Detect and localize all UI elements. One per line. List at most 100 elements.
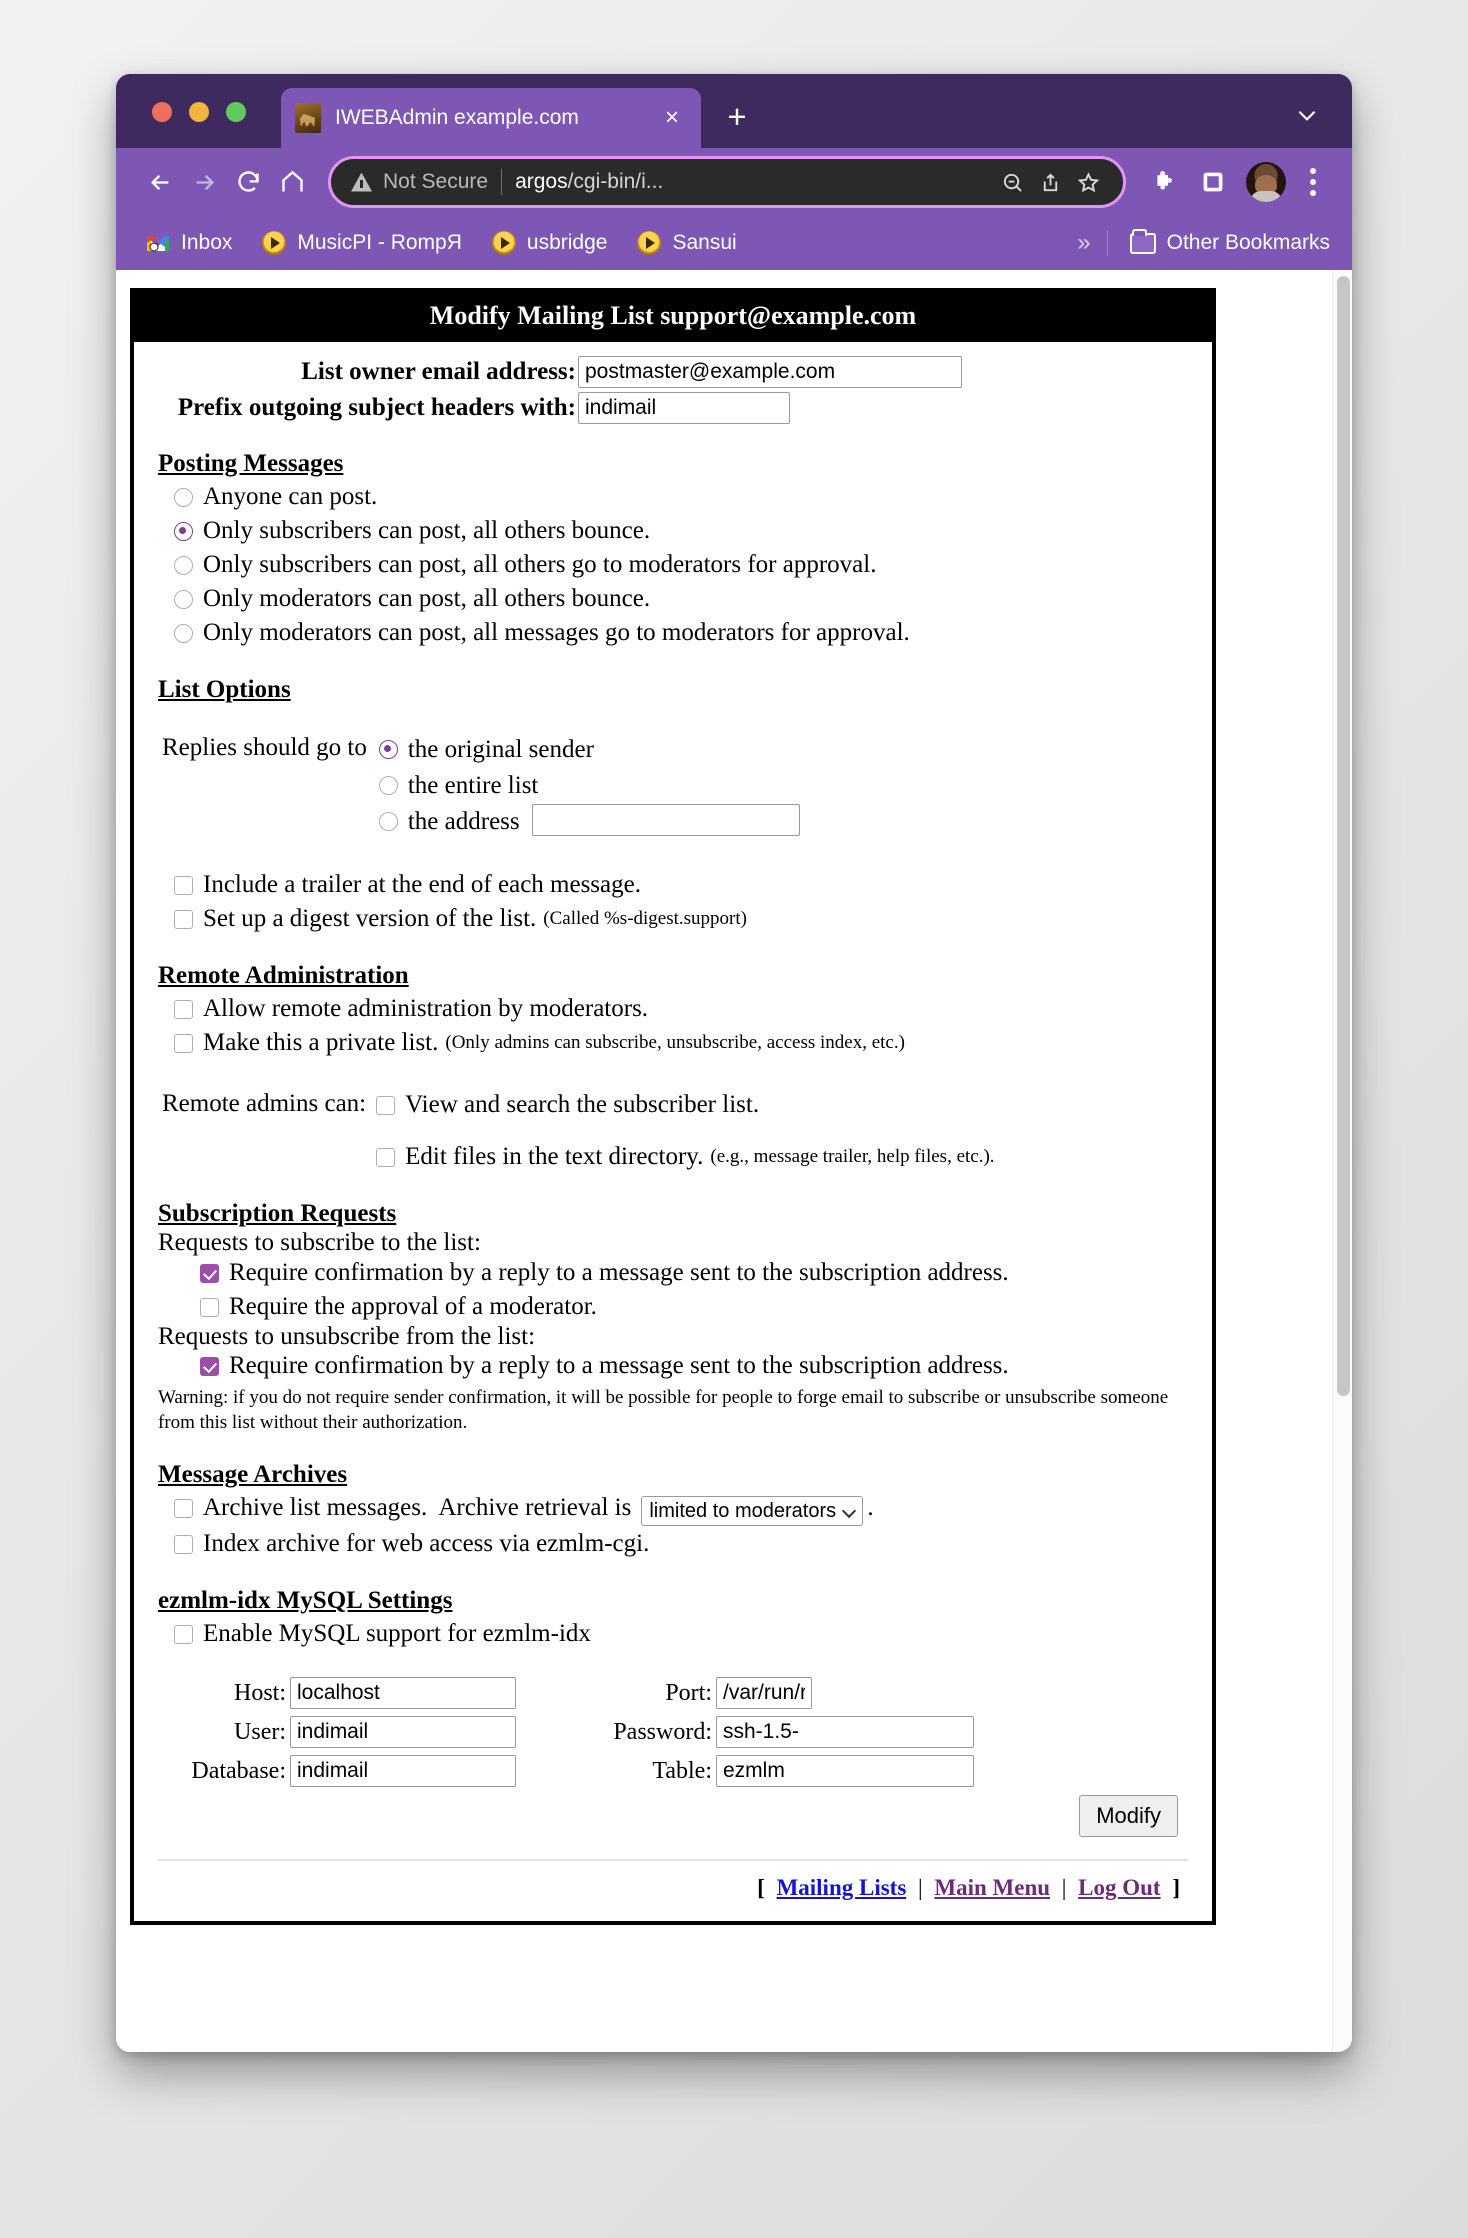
- footer-link-main-menu[interactable]: Main Menu: [934, 1875, 1050, 1900]
- replies-option-address[interactable]: the address: [378, 804, 800, 840]
- checkbox-icon[interactable]: [174, 1535, 193, 1555]
- home-icon[interactable]: [270, 160, 314, 204]
- posting-option-subscribers-moderate[interactable]: Only subscribers can post, all others go…: [158, 548, 1188, 582]
- checkbox-icon[interactable]: [174, 1000, 193, 1019]
- message-archives-heading: Message Archives: [158, 1461, 348, 1489]
- footer-link-mailing-lists[interactable]: Mailing Lists: [777, 1875, 907, 1900]
- allow-remote-admin-row[interactable]: Allow remote administration by moderator…: [158, 992, 1188, 1026]
- radio-icon[interactable]: [378, 776, 398, 795]
- radio-icon-selected[interactable]: [378, 740, 398, 759]
- perm-edit-text-dir-row[interactable]: Edit files in the text directory. (e.g.,…: [376, 1140, 995, 1174]
- perm-view-subscribers-row[interactable]: View and search the subscriber list.: [376, 1088, 994, 1122]
- radio-icon[interactable]: [174, 590, 193, 609]
- side-panel-icon[interactable]: [1192, 161, 1234, 203]
- share-icon[interactable]: [1031, 163, 1069, 201]
- checkbox-icon[interactable]: [376, 1148, 396, 1167]
- mysql-password-input[interactable]: [716, 1716, 974, 1749]
- checkbox-icon[interactable]: [200, 1297, 219, 1317]
- checkbox-icon-checked[interactable]: [200, 1357, 219, 1376]
- bookmarks-overflow-button[interactable]: »: [1077, 229, 1090, 257]
- subject-prefix-label: Prefix outgoing subject headers with:: [177, 394, 576, 421]
- archive-retrieval-select[interactable]: limited to moderators: [641, 1496, 864, 1527]
- checkbox-icon[interactable]: [376, 1096, 396, 1115]
- radio-icon[interactable]: [174, 624, 193, 643]
- zoom-out-icon[interactable]: [993, 163, 1031, 201]
- posting-option-moderators-bounce[interactable]: Only moderators can post, all others bou…: [158, 582, 1188, 616]
- minimize-window-button[interactable]: [189, 102, 209, 122]
- bookmark-star-icon[interactable]: [1069, 163, 1107, 201]
- posting-option-subscribers-bounce[interactable]: Only subscribers can post, all others bo…: [158, 514, 1188, 548]
- close-window-button[interactable]: [152, 102, 172, 122]
- extensions-puzzle-icon[interactable]: [1144, 161, 1186, 203]
- remote-admins-label: Remote admins can:: [162, 1090, 367, 1117]
- enable-mysql-row[interactable]: Enable MySQL support for ezmlm-idx: [158, 1617, 1188, 1651]
- checkbox-icon-checked[interactable]: [200, 1263, 219, 1283]
- avatar[interactable]: [1246, 162, 1286, 202]
- bookmark-label: Inbox: [181, 231, 233, 254]
- mysql-table-input[interactable]: [716, 1755, 974, 1788]
- footer-link-log-out[interactable]: Log Out: [1078, 1875, 1160, 1900]
- radio-icon[interactable]: [174, 556, 193, 575]
- bookmark-usbridge[interactable]: usbridge: [491, 231, 607, 255]
- close-icon[interactable]: ×: [657, 103, 687, 133]
- archive-list-messages-row[interactable]: Archive list messages. Archive retrieval…: [158, 1491, 1188, 1527]
- posting-option-label: Only moderators can post, all others bou…: [203, 585, 651, 612]
- posting-option-anyone[interactable]: Anyone can post.: [158, 480, 1188, 514]
- horse-statue-favicon: [295, 103, 321, 133]
- address-bar[interactable]: Not Secure argos/cgi-bin/i...: [328, 156, 1126, 208]
- bookmark-musicpi[interactable]: MusicPI - RompЯ: [262, 231, 462, 255]
- new-tab-button[interactable]: +: [721, 100, 753, 134]
- footer-divider: [158, 1859, 1188, 1862]
- mysql-port-input[interactable]: [716, 1677, 812, 1710]
- forward-icon[interactable]: [182, 160, 226, 204]
- reload-icon[interactable]: [226, 160, 270, 204]
- page-scrollbar[interactable]: [1332, 270, 1352, 2052]
- page-title: Modify Mailing List support@example.com: [134, 292, 1212, 342]
- digest-checkbox-row[interactable]: Set up a digest version of the list. (Ca…: [158, 902, 1188, 936]
- replies-option-label: the entire list: [407, 772, 539, 799]
- digest-label: Set up a digest version of the list.: [203, 905, 537, 932]
- mysql-database-input[interactable]: [290, 1755, 516, 1788]
- chevron-down-icon[interactable]: [1294, 102, 1320, 128]
- radio-icon-selected[interactable]: [174, 522, 193, 541]
- other-bookmarks-folder[interactable]: Other Bookmarks: [1129, 228, 1330, 255]
- mysql-user-label: User:: [234, 1718, 286, 1745]
- not-secure-warning-icon: [351, 173, 372, 192]
- checkbox-icon[interactable]: [174, 1625, 193, 1645]
- mysql-user-input[interactable]: [290, 1716, 516, 1749]
- subscribe-option-label: Require confirmation by a reply to a mes…: [229, 1258, 1009, 1286]
- checkbox-icon[interactable]: [174, 1034, 193, 1053]
- url-path: /cgi-bin/i...: [567, 170, 664, 193]
- list-owner-input[interactable]: [578, 356, 962, 388]
- posting-option-moderators-moderate[interactable]: Only moderators can post, all messages g…: [158, 616, 1188, 650]
- replies-option-entire-list[interactable]: the entire list: [378, 768, 800, 804]
- bookmark-sansui[interactable]: Sansui: [637, 231, 737, 255]
- radio-icon[interactable]: [378, 812, 398, 831]
- browser-tab[interactable]: IWEBAdmin example.com ×: [281, 88, 701, 148]
- scrollbar-thumb[interactable]: [1337, 276, 1350, 1396]
- checkbox-icon[interactable]: [174, 876, 193, 895]
- mysql-host-input[interactable]: [290, 1677, 516, 1710]
- mysql-database-label: Database:: [191, 1757, 286, 1784]
- tab-title: IWEBAdmin example.com: [335, 106, 579, 129]
- private-list-row[interactable]: Make this a private list. (Only admins c…: [158, 1026, 1188, 1060]
- radio-icon[interactable]: [174, 488, 193, 507]
- mysql-table-label: Table:: [652, 1757, 712, 1784]
- trailer-checkbox-row[interactable]: Include a trailer at the end of each mes…: [158, 868, 1188, 902]
- checkbox-icon[interactable]: [174, 1499, 193, 1519]
- index-archive-row[interactable]: Index archive for web access via ezmlm-c…: [158, 1527, 1188, 1561]
- replies-address-input[interactable]: [531, 804, 800, 836]
- unsubscribe-require-confirmation-row[interactable]: Require confirmation by a reply to a mes…: [158, 1349, 1188, 1383]
- modify-button[interactable]: Modify: [1079, 1795, 1178, 1838]
- browser-menu-icon[interactable]: [1296, 162, 1330, 202]
- subscribe-require-confirmation-row[interactable]: Require confirmation by a reply to a mes…: [158, 1256, 1188, 1290]
- subject-prefix-input[interactable]: [578, 392, 790, 424]
- back-icon[interactable]: [138, 160, 182, 204]
- posting-messages-group: Anyone can post. Only subscribers can po…: [158, 480, 1188, 650]
- maximize-window-button[interactable]: [226, 102, 246, 122]
- play-circle-icon: [262, 231, 287, 255]
- subscribe-require-approval-row[interactable]: Require the approval of a moderator.: [158, 1290, 1188, 1324]
- bookmark-inbox[interactable]: Inbox: [146, 231, 232, 255]
- checkbox-icon[interactable]: [174, 910, 193, 929]
- replies-option-original-sender[interactable]: the original sender: [378, 732, 800, 768]
